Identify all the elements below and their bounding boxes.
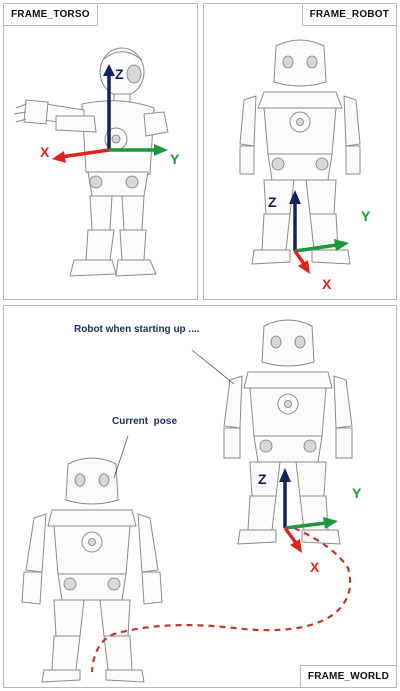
z-axis-label: Z — [268, 194, 277, 210]
y-axis-label: Y — [170, 151, 180, 167]
world-scene: Z Y X Robot when starting up .... Curren… — [21, 319, 362, 683]
robot-figure-current — [21, 457, 163, 683]
startup-annotation: Robot when starting up .... — [74, 324, 200, 335]
frame-torso-panel: Z Y X FRAME_TORSO — [3, 3, 198, 300]
frame-robot-panel: Z Y X FRAME_ROBOT — [203, 3, 397, 300]
torso-scene: Z Y X — [13, 47, 180, 277]
x-axis-label: X — [322, 276, 332, 292]
frame-world-label: FRAME_WORLD — [299, 665, 396, 687]
z-axis-label: Z — [258, 471, 267, 487]
robot-figure-torso — [13, 47, 169, 277]
frame-robot-label: FRAME_ROBOT — [301, 4, 396, 26]
current-callout-line — [113, 435, 129, 479]
current-pose-annotation: Current pose — [112, 416, 177, 427]
x-axis-label: X — [310, 559, 320, 575]
frame-torso-label: FRAME_TORSO — [4, 4, 98, 26]
frame-world-panel: Z Y X Robot when starting up .... Curren… — [3, 305, 397, 688]
robot-scene: Z Y X — [239, 39, 371, 292]
y-axis-label: Y — [361, 208, 371, 224]
startup-callout-line — [191, 349, 235, 385]
z-axis-label: Z — [115, 66, 124, 82]
x-axis-label: X — [40, 144, 50, 160]
y-axis-label: Y — [352, 485, 362, 501]
robot-figure-robot — [239, 39, 361, 265]
robot-figure-startup — [223, 319, 353, 545]
